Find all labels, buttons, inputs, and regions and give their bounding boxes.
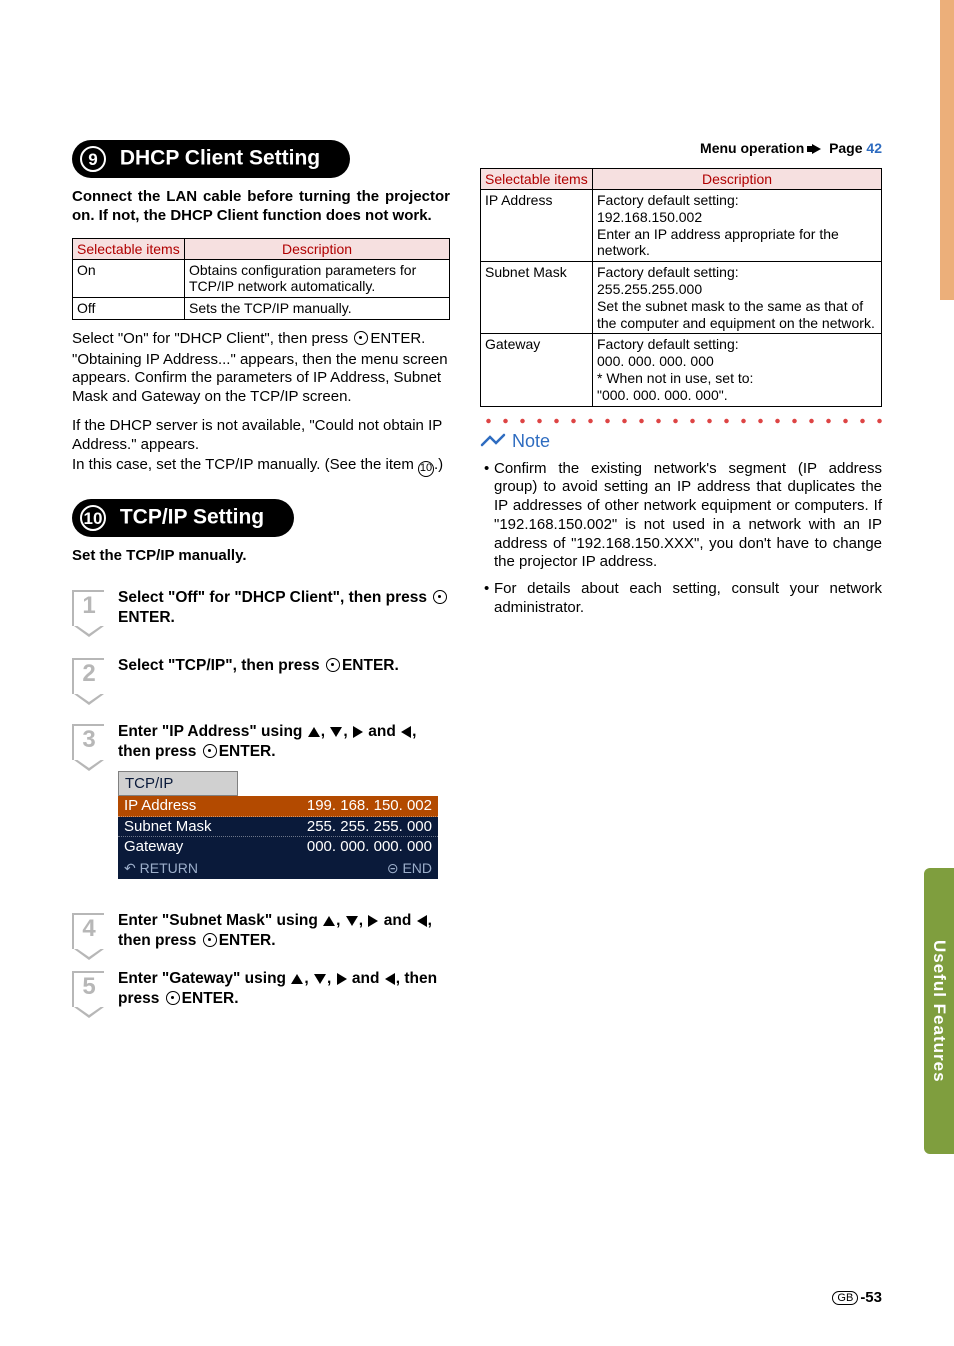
note-item: For details about each setting, consult … — [484, 580, 882, 618]
step-2: 2 Select "TCP/IP", then press ENTER. — [72, 656, 450, 694]
section-10-title: TCP/IP Setting — [120, 506, 264, 529]
note-item: Confirm the existing network's segment (… — [484, 460, 882, 573]
section-9-number: 9 — [80, 146, 106, 172]
enter-icon — [166, 991, 180, 1005]
down-icon — [314, 974, 326, 984]
down-icon — [346, 916, 358, 926]
left-icon — [417, 915, 427, 927]
page-link[interactable]: 42 — [866, 140, 882, 156]
step-1-number: 1 — [72, 590, 104, 626]
step-4: 4 Enter "Subnet Mask" using , , and , th… — [72, 911, 450, 951]
table-row: On Obtains configuration parameters for … — [73, 259, 450, 298]
dhcp-table: Selectable items Description On Obtains … — [72, 238, 450, 320]
section-9-intro: Connect the LAN cable before turning the… — [72, 188, 450, 226]
note-divider — [480, 417, 882, 425]
return-label: ↶ RETURN — [124, 859, 198, 877]
step-5: 5 Enter "Gateway" using , , and , then p… — [72, 969, 450, 1009]
table-row: Gateway Factory default setting: 000. 00… — [481, 334, 882, 406]
up-icon — [308, 727, 320, 737]
page-edge-decoration — [940, 0, 954, 300]
menu-operation-ref: Menu operation Page 42 — [480, 140, 882, 156]
right-icon — [337, 973, 347, 985]
right-icon — [368, 915, 378, 927]
table-row: Off Sets the TCP/IP manually. — [73, 298, 450, 320]
section-9-p4: In this case, set the TCP/IP manually. (… — [72, 456, 450, 477]
table-row: IP Address Factory default setting: 192.… — [481, 190, 882, 262]
end-label: ⊝ END — [387, 859, 432, 877]
page-footer: GB-53 — [832, 1289, 882, 1306]
dhcp-table-col2: Description — [185, 238, 450, 259]
section-10-intro: Set the TCP/IP manually. — [72, 547, 450, 566]
section-10-heading: 10 TCP/IP Setting — [72, 499, 294, 537]
section-9-p2: "Obtaining IP Address..." appears, then … — [72, 351, 450, 407]
section-9-heading: 9 DHCP Client Setting — [72, 140, 350, 178]
step-1: 1 Select "Off" for "DHCP Client", then p… — [72, 588, 450, 628]
arrow-right-icon — [812, 144, 821, 154]
tcpip-screenshot: TCP/IP IP Address 199. 168. 150. 002 Sub… — [118, 771, 438, 879]
dhcp-table-col1: Selectable items — [73, 238, 185, 259]
right-icon — [353, 726, 363, 738]
enter-icon — [354, 331, 368, 345]
table-row: Subnet Mask Factory default setting: 255… — [481, 262, 882, 334]
note-heading: Note — [480, 431, 882, 452]
note-list: Confirm the existing network's segment (… — [480, 460, 882, 618]
enter-icon — [326, 658, 340, 672]
step-5-number: 5 — [72, 971, 104, 1007]
step-3-number: 3 — [72, 724, 104, 760]
left-icon — [401, 726, 411, 738]
section-9-p1: Select "On" for "DHCP Client", then pres… — [72, 330, 450, 349]
note-icon — [480, 431, 506, 451]
enter-icon — [203, 933, 217, 947]
step-4-number: 4 — [72, 913, 104, 949]
tcpip-defaults-table: Selectable items Description IP Address … — [480, 168, 882, 407]
enter-icon — [203, 744, 217, 758]
left-icon — [385, 973, 395, 985]
section-10-number: 10 — [80, 505, 106, 531]
enter-icon — [433, 590, 447, 604]
down-icon — [330, 727, 342, 737]
section-9-title: DHCP Client Setting — [120, 147, 320, 170]
section-9-p3: If the DHCP server is not available, "Co… — [72, 417, 450, 455]
up-icon — [291, 974, 303, 984]
side-tab: Useful Features — [924, 868, 954, 1154]
up-icon — [323, 916, 335, 926]
step-2-number: 2 — [72, 658, 104, 694]
item-10-ref-icon: 10 — [418, 461, 434, 477]
step-3: 3 Enter "IP Address" using , , and , the… — [72, 722, 450, 878]
